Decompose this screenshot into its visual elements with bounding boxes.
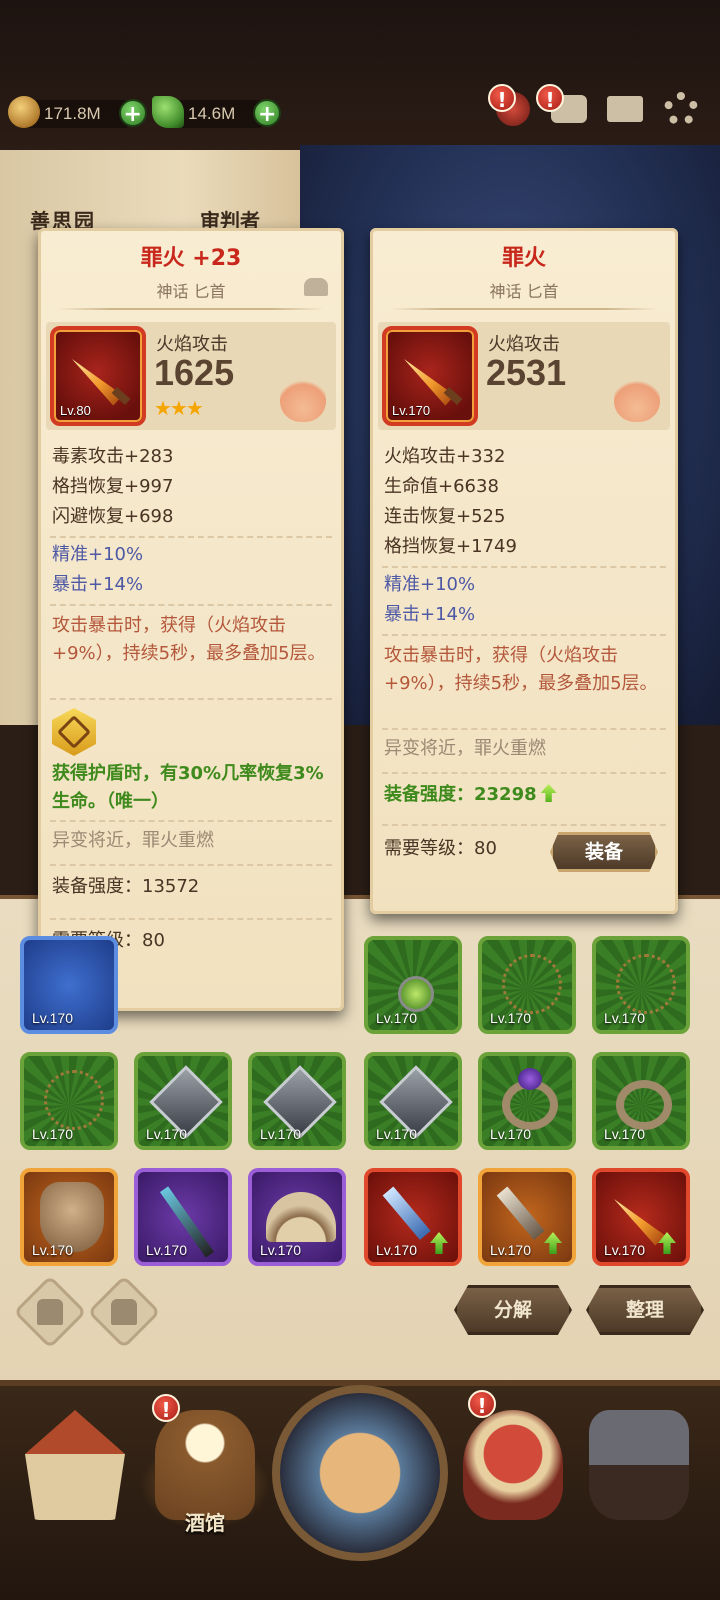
inventory-slot[interactable]: Lv.170: [134, 1168, 232, 1266]
house-icon: [25, 1410, 125, 1520]
beer-mug-icon: [155, 1410, 255, 1520]
forge-icon: [589, 1410, 689, 1520]
gold-coin-icon: [8, 96, 40, 128]
item-effect: 攻击暴击时，获得（火焰攻击+9%），持续5秒，最多叠加5层。: [384, 645, 658, 694]
fire-dagger-icon: [67, 354, 122, 406]
nav-forge[interactable]: [574, 1400, 704, 1550]
chef-hat-icon: [304, 278, 328, 296]
fan-icon: [266, 1192, 336, 1242]
nav-hero[interactable]: !: [448, 1390, 578, 1550]
item-level: Lv.170: [392, 403, 431, 418]
leaf-currency: 14.6M +: [152, 96, 282, 130]
fire-element-icon: [280, 376, 326, 422]
nav-tavern[interactable]: ! 酒馆: [140, 1394, 270, 1550]
set-hint: 异变将近，罪火重燃: [384, 738, 546, 759]
power-up-arrow-icon: [540, 784, 557, 802]
potion-icon[interactable]: !: [488, 84, 534, 130]
mail-icon[interactable]: [604, 88, 646, 130]
inventory-slot[interactable]: Lv.170: [478, 1168, 576, 1266]
fire-dagger-icon: [399, 354, 454, 406]
inventory-slot[interactable]: Lv.170: [248, 1168, 346, 1266]
blade-icon: [382, 1186, 431, 1240]
sub-stat: 连击恢复+525: [384, 506, 506, 527]
upgrade-arrow-icon: [544, 1232, 562, 1254]
item-power: 装备强度：13572: [52, 876, 200, 897]
leaf-icon: [152, 96, 184, 128]
inventory-slot[interactable]: Lv.170: [20, 1168, 118, 1266]
main-stat-box: Lv.170 火焰攻击 2531: [378, 322, 670, 430]
item-icon-frame: Lv.80: [50, 326, 146, 426]
bonus-stat: 精准+10%: [384, 574, 476, 595]
alert-icon: !: [468, 1390, 496, 1418]
item-rarity-type: 神话 匕首: [489, 282, 559, 301]
decompose-button[interactable]: 分解: [454, 1285, 572, 1335]
amulet-icon: [398, 976, 434, 1012]
nav-tavern-label: 酒馆: [185, 1511, 225, 1535]
chain-necklace-icon: [616, 954, 676, 1014]
nav-home[interactable]: [10, 1400, 140, 1550]
inventory-slot[interactable]: Lv.170: [592, 936, 690, 1034]
nav-adventure-portal[interactable]: [272, 1385, 448, 1561]
alert-icon: !: [488, 84, 516, 112]
gold-currency: 171.8M +: [8, 96, 147, 130]
divider: [58, 308, 324, 310]
inventory-slot[interactable]: Lv.170: [364, 936, 462, 1034]
chat-icon[interactable]: !: [536, 84, 590, 130]
sub-stat: 格挡恢复+997: [52, 476, 174, 497]
main-stat-value: 1625: [154, 352, 235, 393]
add-gold-button[interactable]: +: [118, 99, 147, 127]
top-right-icons: ! !: [488, 84, 702, 130]
item-icon-frame: Lv.170: [382, 326, 478, 426]
helmet-filter-icon: [37, 1299, 63, 1325]
rune-effect: 获得护盾时，有30%几率恢复3%生命。（唯一）: [52, 763, 324, 812]
inventory-slot[interactable]: Lv.170: [364, 1168, 462, 1266]
item-rarity-type: 神话 匕首: [156, 282, 226, 301]
equip-button[interactable]: 装备: [550, 832, 658, 872]
inventory-slot[interactable]: Lv.170: [134, 1052, 232, 1150]
chain-necklace-icon: [44, 1070, 104, 1130]
sub-stat: 火焰攻击+332: [384, 446, 506, 467]
inventory-slot[interactable]: Lv.170: [478, 936, 576, 1034]
item-name: 罪火 +23: [140, 246, 242, 271]
arrange-button[interactable]: 整理: [586, 1285, 704, 1335]
item-level: Lv.80: [60, 403, 91, 418]
main-stat-value: 2531: [486, 352, 567, 393]
armor-filter-icon: [111, 1299, 137, 1325]
inventory-slot[interactable]: Lv.170: [20, 936, 118, 1034]
sub-stat: 闪避恢复+698: [52, 506, 174, 527]
sub-stat: 毒素攻击+283: [52, 446, 174, 467]
inventory-slot[interactable]: Lv.170: [478, 1052, 576, 1150]
main-stat-box: Lv.80 火焰攻击 1625 ★★★: [46, 322, 336, 430]
inventory-slot[interactable]: Lv.170: [20, 1052, 118, 1150]
item-name: 罪火: [501, 246, 546, 271]
axe-icon: [496, 1186, 545, 1240]
item-power: 装备强度：23298: [384, 780, 668, 810]
star-rating: ★★★: [154, 396, 204, 420]
fire-element-icon: [614, 376, 660, 422]
fire-dagger-icon: [609, 1194, 664, 1246]
settings-gear-icon[interactable]: [660, 88, 702, 130]
inventory-slot[interactable]: Lv.170: [248, 1052, 346, 1150]
bonus-stat: 精准+10%: [52, 544, 144, 565]
set-hint: 异变将近，罪火重燃: [52, 830, 214, 851]
ring-icon: [616, 1080, 672, 1130]
upgrade-arrow-icon: [430, 1232, 448, 1254]
sub-stat: 格挡恢复+1749: [384, 536, 517, 557]
inventory-slot[interactable]: Lv.170: [592, 1168, 690, 1266]
equipped-item-tooltip: 罪火 +23 神话 匕首 Lv.80 火焰攻击 1625 ★★★ 毒素攻击+28…: [38, 228, 344, 1011]
alert-icon: !: [536, 84, 564, 112]
rune-icon: [52, 708, 96, 756]
item-effect: 攻击暴击时，获得（火焰攻击+9%），持续5秒，最多叠加5层。: [52, 615, 326, 664]
chain-necklace-icon: [502, 954, 562, 1014]
inventory-slot[interactable]: Lv.170: [364, 1052, 462, 1150]
divider: [390, 308, 658, 310]
bonus-stat: 暴击+14%: [384, 604, 476, 625]
new-item-tooltip: 罪火 神话 匕首 Lv.170 火焰攻击 2531 火焰攻击+332 生命值+6…: [370, 228, 678, 914]
inventory-slot[interactable]: Lv.170: [592, 1052, 690, 1150]
bonus-stat: 暴击+14%: [52, 574, 144, 595]
helmet-icon: [463, 1410, 563, 1520]
sub-stat: 生命值+6638: [384, 476, 499, 497]
alert-icon: !: [152, 1394, 180, 1422]
top-bar-background: [0, 0, 720, 160]
